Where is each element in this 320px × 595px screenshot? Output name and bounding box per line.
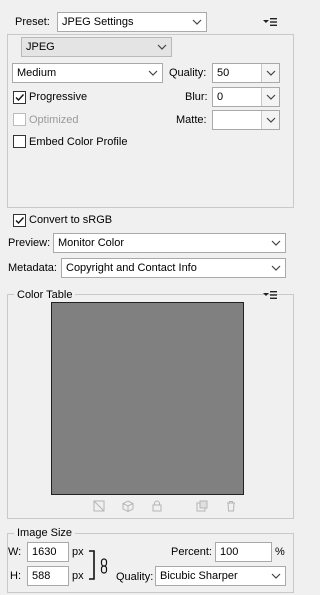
quality-value: 50 <box>217 67 230 79</box>
chevron-down-icon <box>148 70 158 76</box>
chevron-down-icon <box>266 117 276 123</box>
blur-label: Blur: <box>185 91 208 103</box>
height-unit: px <box>72 570 84 582</box>
color-table-title: Color Table <box>14 288 76 302</box>
matte-label: Matte: <box>176 114 207 126</box>
quality-preset-value: Medium <box>17 67 57 79</box>
width-label: W: <box>8 546 22 558</box>
percent-label: Percent: <box>171 546 212 558</box>
width-input[interactable]: 1630 <box>27 542 69 562</box>
cube-icon[interactable] <box>122 500 134 512</box>
metadata-dropdown[interactable]: Copyright and Contact Info <box>61 258 286 278</box>
quality-spinner[interactable]: 50 <box>212 63 280 83</box>
image-size-title: Image Size <box>14 526 76 540</box>
embed-profile-label: Embed Color Profile <box>29 136 128 148</box>
new-color-icon[interactable] <box>196 500 208 512</box>
link-icon[interactable] <box>100 558 109 574</box>
percent-unit: % <box>275 546 285 558</box>
height-value: 588 <box>32 570 51 582</box>
checkmark-icon <box>15 94 25 102</box>
progressive-checkbox[interactable] <box>13 91 26 104</box>
chevron-down-icon <box>157 44 167 50</box>
blur-spinner[interactable]: 0 <box>212 87 280 107</box>
preview-value: Monitor Color <box>58 237 125 249</box>
preset-dropdown[interactable]: JPEG Settings <box>57 12 207 32</box>
convert-srgb-checkbox[interactable] <box>13 214 26 227</box>
percent-input[interactable]: 100 <box>215 542 272 562</box>
matte-dropdown[interactable] <box>212 110 280 130</box>
blur-spinner-button[interactable] <box>261 88 279 106</box>
quality-label: Quality: <box>169 67 207 79</box>
resample-quality-dropdown[interactable]: Bicubic Sharper <box>155 566 286 586</box>
chevron-down-icon <box>271 240 281 246</box>
web-shift-icon[interactable] <box>93 500 105 512</box>
convert-srgb-label: Convert to sRGB <box>29 214 113 226</box>
optimized-label: Optimized <box>29 114 79 126</box>
panel-menu-icon[interactable] <box>262 17 278 27</box>
chevron-down-icon <box>271 573 281 579</box>
trash-icon[interactable] <box>225 500 237 512</box>
resample-quality-label: Quality: <box>116 571 154 583</box>
preset-label: Preset: <box>15 16 50 28</box>
chevron-down-icon <box>192 19 202 25</box>
format-dropdown[interactable]: JPEG <box>21 37 172 57</box>
metadata-value: Copyright and Contact Info <box>66 262 197 274</box>
quality-spinner-button[interactable] <box>261 64 279 82</box>
percent-value: 100 <box>220 546 239 558</box>
color-table-swatch[interactable] <box>51 302 244 495</box>
format-value: JPEG <box>26 41 55 53</box>
checkmark-icon <box>15 217 25 225</box>
preview-label: Preview: <box>8 237 51 249</box>
preview-dropdown[interactable]: Monitor Color <box>53 233 286 253</box>
chevron-down-icon <box>271 265 281 271</box>
preset-value: JPEG Settings <box>62 16 134 28</box>
height-label: H: <box>10 570 21 582</box>
blur-value: 0 <box>217 91 224 103</box>
width-unit: px <box>72 546 84 558</box>
embed-profile-checkbox[interactable] <box>13 135 26 148</box>
metadata-label: Metadata: <box>8 262 57 274</box>
constrain-bracket <box>89 550 95 580</box>
height-input[interactable]: 588 <box>27 566 69 586</box>
chevron-down-icon <box>266 70 276 76</box>
lock-icon[interactable] <box>151 500 163 512</box>
resample-quality-value: Bicubic Sharper <box>160 570 238 582</box>
color-table-menu-icon[interactable] <box>262 290 278 300</box>
quality-preset-dropdown[interactable]: Medium <box>12 63 163 83</box>
width-value: 1630 <box>32 546 57 558</box>
chevron-down-icon <box>266 94 276 100</box>
optimized-checkbox[interactable] <box>13 113 26 126</box>
matte-dropdown-button[interactable] <box>261 111 279 129</box>
progressive-label: Progressive <box>29 91 88 103</box>
